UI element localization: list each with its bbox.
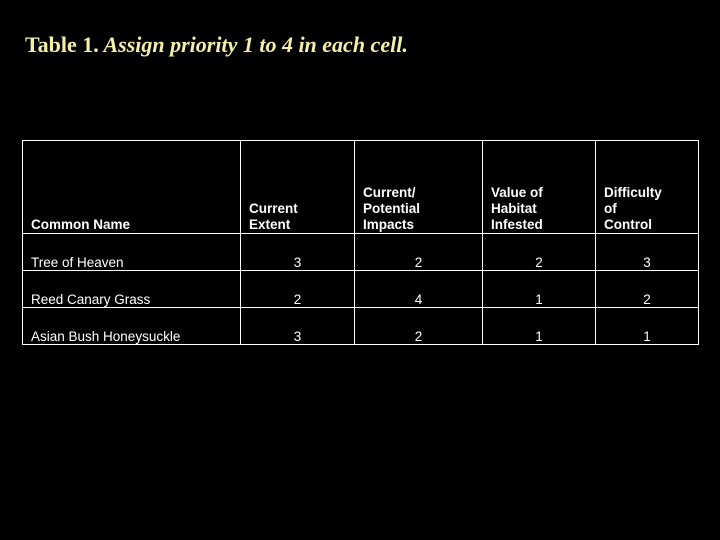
cell-current-extent: 3 bbox=[240, 233, 355, 271]
column-header-line: Control bbox=[604, 217, 652, 232]
priority-table-container: Common Name Current Extent Current/ Pote… bbox=[22, 140, 699, 345]
cell-habitat-value: 2 bbox=[482, 233, 596, 271]
table-row: Asian Bush Honeysuckle 3 2 1 1 bbox=[22, 307, 699, 345]
column-header-line: Current/ bbox=[363, 185, 416, 200]
column-header-impacts: Current/ Potential Impacts bbox=[354, 140, 483, 234]
column-header-line: Extent bbox=[249, 217, 291, 232]
column-header-line: Difficulty bbox=[604, 185, 662, 200]
table-row: Reed Canary Grass 2 4 1 2 bbox=[22, 270, 699, 308]
cell-difficulty: 3 bbox=[595, 233, 699, 271]
column-header-habitat-value: Value of Habitat Infested bbox=[482, 140, 596, 234]
cell-impacts: 2 bbox=[354, 233, 483, 271]
table-row: Tree of Heaven 3 2 2 3 bbox=[22, 233, 699, 271]
cell-current-extent: 3 bbox=[240, 307, 355, 345]
column-header-line: Value of bbox=[491, 185, 543, 200]
cell-impacts: 4 bbox=[354, 270, 483, 308]
column-header-line: Infested bbox=[491, 217, 543, 232]
column-header-line: Habitat bbox=[491, 201, 537, 216]
cell-species-name: Reed Canary Grass bbox=[22, 270, 241, 308]
column-header-current-extent: Current Extent bbox=[240, 140, 355, 234]
priority-table: Common Name Current Extent Current/ Pote… bbox=[22, 140, 699, 345]
cell-habitat-value: 1 bbox=[482, 270, 596, 308]
table-header: Common Name Current Extent Current/ Pote… bbox=[22, 140, 699, 234]
cell-species-name: Asian Bush Honeysuckle bbox=[22, 307, 241, 345]
cell-species-name: Tree of Heaven bbox=[22, 233, 241, 271]
slide-canvas: Table 1. Assign priority 1 to 4 in each … bbox=[0, 0, 720, 540]
column-header-line: Potential bbox=[363, 201, 421, 216]
cell-current-extent: 2 bbox=[240, 270, 355, 308]
column-header-line: Common Name bbox=[31, 217, 131, 232]
cell-impacts: 2 bbox=[354, 307, 483, 345]
column-header-line: of bbox=[604, 201, 617, 216]
page-title: Table 1. Assign priority 1 to 4 in each … bbox=[25, 32, 695, 58]
column-header-line: Impacts bbox=[363, 217, 415, 232]
column-header-line: Current bbox=[249, 201, 298, 216]
column-header-difficulty: Difficulty of Control bbox=[595, 140, 699, 234]
page-title-lead: Table 1. bbox=[25, 32, 99, 57]
cell-difficulty: 2 bbox=[595, 270, 699, 308]
cell-difficulty: 1 bbox=[595, 307, 699, 345]
table-body: Tree of Heaven 3 2 2 3 Reed Canary Grass… bbox=[22, 233, 699, 345]
column-header-common-name: Common Name bbox=[22, 140, 241, 234]
table-header-row: Common Name Current Extent Current/ Pote… bbox=[22, 140, 699, 234]
cell-habitat-value: 1 bbox=[482, 307, 596, 345]
page-title-rest: Assign priority 1 to 4 in each cell. bbox=[98, 32, 408, 57]
